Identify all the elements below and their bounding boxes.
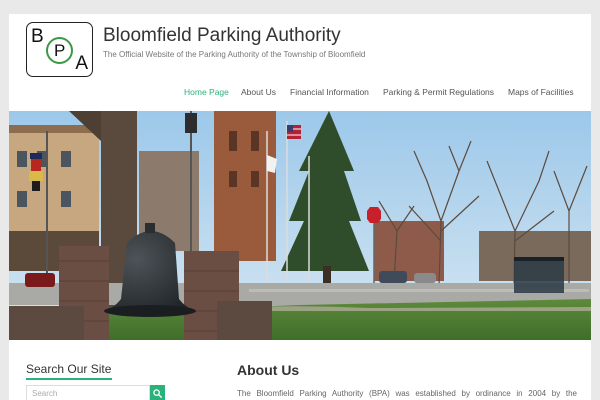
site-logo[interactable]: B P A: [26, 22, 93, 77]
page: B P A Bloomfield Parking Authority The O…: [9, 14, 591, 400]
logo-letter-p: P: [54, 41, 66, 60]
nav-home-page[interactable]: Home Page: [184, 87, 229, 97]
logo-letter-b: B: [31, 26, 44, 47]
site-tagline: The Official Website of the Parking Auth…: [103, 50, 366, 59]
search-button[interactable]: [150, 385, 165, 400]
nav-parking-permit-regulations[interactable]: Parking & Permit Regulations: [383, 87, 494, 97]
nav-maps-of-facilities[interactable]: Maps of Facilities: [508, 87, 574, 97]
bus-shelter: [514, 259, 564, 293]
about-heading: About Us: [237, 362, 300, 378]
site-title[interactable]: Bloomfield Parking Authority: [103, 25, 341, 47]
hero-image: [9, 111, 591, 340]
about-intro-text: The Bloomfield Parking Authority (BPA) w…: [237, 389, 577, 398]
search-heading-underline: [26, 378, 112, 380]
logo-letter-a: A: [75, 53, 88, 74]
nav-financial-information[interactable]: Financial Information: [290, 87, 369, 97]
search-input[interactable]: [26, 385, 150, 400]
main-nav: Home Page About Us Financial Information…: [9, 87, 591, 101]
us-flag: [287, 125, 301, 139]
search-icon: [153, 389, 162, 398]
search-heading: Search Our Site: [26, 362, 112, 376]
nav-about-us[interactable]: About Us: [241, 87, 276, 97]
